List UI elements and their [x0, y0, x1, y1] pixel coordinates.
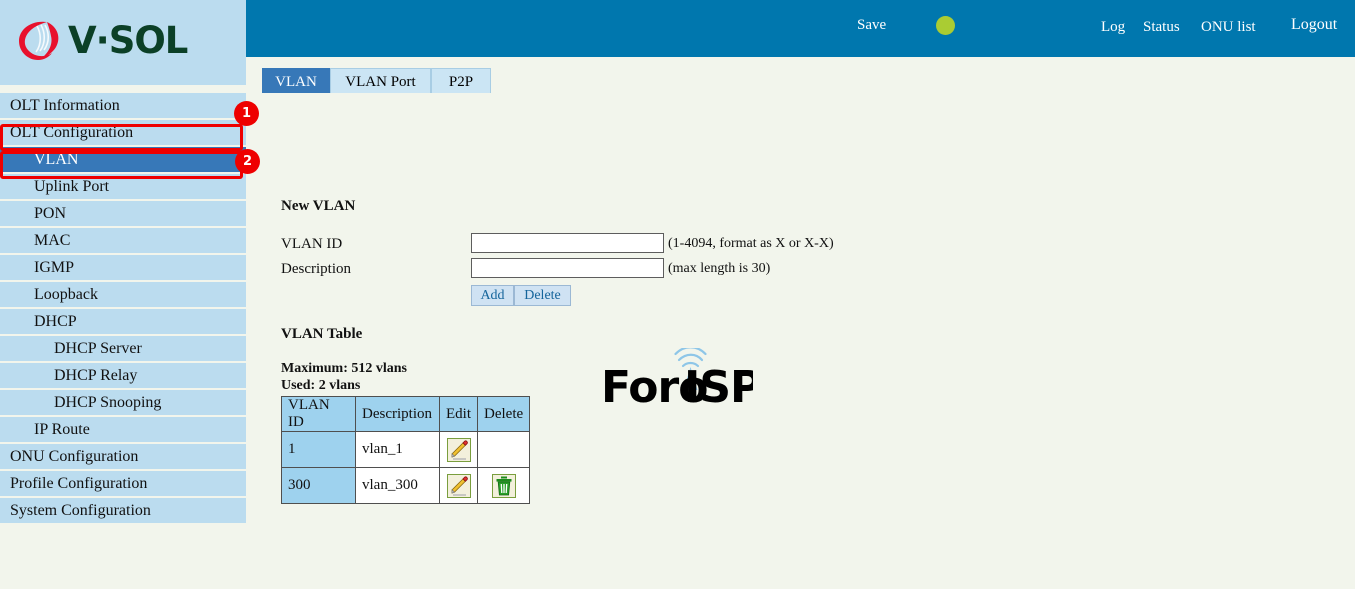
foroisp-watermark: Foro ISP [601, 346, 762, 415]
tab-vlan[interactable]: VLAN [262, 68, 330, 94]
cell-edit [439, 431, 478, 468]
sidebar-item-label: IP Route [34, 421, 90, 438]
column-header-vlan-id: VLAN ID [281, 396, 356, 432]
description-label: Description [281, 261, 351, 277]
vlan-maximum-text: Maximum: 512 vlans [281, 361, 407, 376]
sidebar-item-dhcp-relay[interactable]: DHCP Relay [0, 363, 246, 388]
sidebar-item-olt-information[interactable]: OLT Information [0, 93, 246, 118]
sidebar-item-vlan[interactable]: VLAN [0, 147, 246, 172]
sidebar-item-profile-configuration[interactable]: Profile Configuration [0, 471, 246, 496]
trash-delete-icon[interactable] [491, 473, 516, 498]
sidebar-item-label: VLAN [34, 151, 79, 168]
cell-description: vlan_1 [355, 431, 440, 468]
sidebar-item-uplink-port[interactable]: Uplink Port [0, 174, 246, 199]
table-row: 300 vlan_300 [281, 467, 531, 504]
sidebar-item-label: System Configuration [10, 502, 151, 519]
main-content: New VLAN VLAN ID (1-4094, format as X or… [246, 93, 1355, 589]
watermark-foro: Foro [601, 362, 707, 410]
sidebar-item-label: DHCP Relay [54, 367, 138, 384]
new-vlan-heading: New VLAN [281, 198, 356, 214]
status-link[interactable]: Status [1143, 19, 1180, 36]
cell-delete [476, 467, 531, 504]
sidebar-nav: OLT Information OLT Configuration VLAN Upli… [0, 93, 246, 525]
vlan-table-heading: VLAN Table [281, 326, 363, 342]
sidebar-item-ip-route[interactable]: IP Route [0, 417, 246, 442]
cell-vlan-id: 300 [281, 467, 356, 504]
cell-edit [439, 467, 478, 504]
vlan-id-hint: (1-4094, format as X or X-X) [668, 236, 834, 251]
sidebar-item-dhcp-snooping[interactable]: DHCP Snooping [0, 390, 246, 415]
brand-logo-panel: V·SOL [0, 0, 246, 85]
cell-delete [476, 431, 531, 468]
sidebar-item-label: Uplink Port [34, 178, 110, 195]
tab-bar: VLAN VLAN Port P2P [246, 57, 1355, 94]
onu-list-link[interactable]: ONU list [1201, 19, 1256, 36]
sidebar-item-label: MAC [34, 232, 71, 249]
vlan-id-input[interactable] [471, 233, 664, 253]
pencil-edit-icon[interactable] [446, 437, 471, 462]
sidebar-item-label: Profile Configuration [10, 475, 148, 492]
sidebar-item-label: DHCP [34, 313, 77, 330]
logout-link[interactable]: Logout [1291, 16, 1337, 34]
table-header-row: VLAN ID Description Edit Delete [281, 396, 531, 432]
sidebar-item-onu-configuration[interactable]: ONU Configuration [0, 444, 246, 469]
top-header-bar: Save Log Status ONU list Logout [246, 0, 1355, 57]
status-dot-icon [936, 16, 955, 35]
sidebar-item-label: DHCP Snooping [54, 394, 162, 411]
vlan-table: VLAN ID Description Edit Delete 1 vlan_1 3… [281, 396, 531, 504]
log-link[interactable]: Log [1101, 19, 1125, 36]
vlan-id-label: VLAN ID [281, 236, 343, 252]
sidebar-item-label: Loopback [34, 286, 98, 303]
sidebar-item-label: PON [34, 205, 67, 222]
column-header-description: Description [355, 396, 440, 432]
sidebar-item-system-configuration[interactable]: System Configuration [0, 498, 246, 523]
brand-logo: V·SOL [14, 16, 188, 64]
add-button[interactable]: Add [471, 285, 514, 306]
tab-p2p[interactable]: P2P [431, 68, 491, 94]
description-input[interactable] [471, 258, 664, 278]
description-hint: (max length is 30) [668, 261, 771, 276]
antenna-tower-icon: Foro ISP [601, 346, 762, 413]
tab-vlan-port[interactable]: VLAN Port [330, 68, 431, 94]
pencil-edit-icon[interactable] [446, 473, 471, 498]
save-button[interactable]: Save [857, 17, 886, 34]
sidebar-item-label: ONU Configuration [10, 448, 139, 465]
sidebar-item-mac[interactable]: MAC [0, 228, 246, 253]
sidebar-item-dhcp[interactable]: DHCP [0, 309, 246, 334]
column-header-delete: Delete [476, 396, 531, 432]
sidebar-item-pon[interactable]: PON [0, 201, 246, 226]
sidebar-item-label: OLT Configuration [10, 124, 134, 141]
sidebar-item-label: DHCP Server [54, 340, 142, 357]
watermark-isp: ISP [684, 362, 753, 410]
sidebar-item-label: IGMP [34, 259, 75, 276]
vlan-used-text: Used: 2 vlans [281, 378, 361, 393]
sidebar-item-loopback[interactable]: Loopback [0, 282, 246, 307]
column-header-edit: Edit [439, 396, 478, 432]
sidebar-item-olt-configuration[interactable]: OLT Configuration [0, 120, 246, 145]
cell-vlan-id: 1 [281, 431, 356, 468]
brand-logo-text: V·SOL [68, 18, 188, 62]
sidebar-item-label: OLT Information [10, 97, 120, 114]
delete-button[interactable]: Delete [514, 285, 571, 306]
vsol-swirl-logo-icon [14, 16, 62, 64]
table-row: 1 vlan_1 [281, 431, 531, 468]
sidebar-item-dhcp-server[interactable]: DHCP Server [0, 336, 246, 361]
cell-description: vlan_300 [355, 467, 440, 504]
sidebar-item-igmp[interactable]: IGMP [0, 255, 246, 280]
